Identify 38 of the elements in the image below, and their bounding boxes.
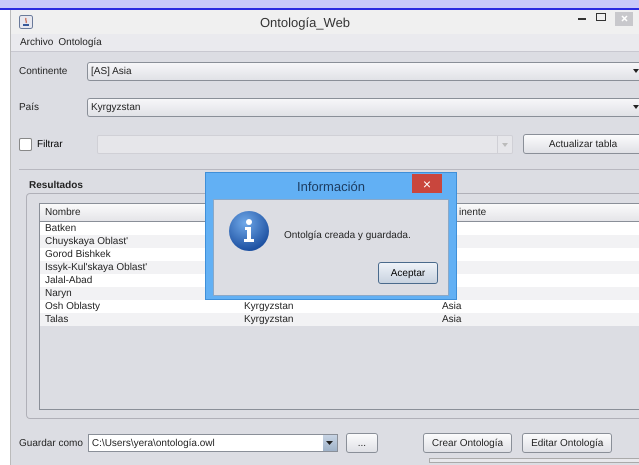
country-dropdown[interactable]: Kyrgyzstan xyxy=(87,98,639,116)
column-header[interactable]: inente xyxy=(459,207,486,218)
field-label: País xyxy=(19,102,40,112)
info-icon xyxy=(228,210,270,252)
table-cell-text: Gorod Bishkek xyxy=(44,248,112,261)
caret-icon xyxy=(326,440,334,446)
table-cell-text: Chuyskaya Oblast' xyxy=(44,235,130,248)
update-table-button[interactable]: Actualizar tabla xyxy=(523,134,639,154)
section-title: Resultados xyxy=(29,180,83,191)
table-cell-text: Asia xyxy=(441,300,462,313)
continent-dropdown[interactable]: [AS] Asia xyxy=(87,62,639,80)
path-dropdown[interactable]: C:\Users\yera\ontología.owl xyxy=(88,434,338,452)
caret-icon xyxy=(633,68,639,74)
edit-ontology-button[interactable]: Editar Ontología xyxy=(522,433,612,453)
table-cell-text: Kyrgyzstan xyxy=(243,300,294,313)
dialog-message: Ontolgía creada y guardada. xyxy=(284,230,411,241)
table-cell-text: Osh Oblasty xyxy=(44,300,102,313)
table-cell-text: Naryn xyxy=(44,287,73,300)
accept-button[interactable]: Aceptar xyxy=(378,262,438,284)
field-label: Continente xyxy=(19,66,68,76)
filter-checkbox[interactable]: Filtrar xyxy=(19,138,97,150)
dialog-title: Información xyxy=(297,178,365,194)
maximize-icon[interactable] xyxy=(595,12,607,22)
field-label: Guardar como xyxy=(19,438,83,448)
close-button[interactable]: × xyxy=(412,174,442,193)
create-ontology-button[interactable]: Crear Ontología xyxy=(422,433,512,453)
table-cell-text: Jalal-Abad xyxy=(44,274,94,287)
table-cell-text: Talas xyxy=(44,313,70,326)
caret-icon xyxy=(633,104,639,110)
menu-item[interactable]: Ontología xyxy=(58,37,102,48)
column-header[interactable]: Nombre xyxy=(45,207,81,218)
table-cell-text: Batken xyxy=(44,222,78,235)
menu-item[interactable]: Archivo xyxy=(20,37,54,48)
table-cell-text: Issyk-Kul'skaya Oblast' xyxy=(44,261,148,274)
window-title: Ontología_Web xyxy=(258,14,352,30)
table-cell-text: Kyrgyzstan xyxy=(243,313,294,326)
table-cell-text: Asia xyxy=(441,313,462,326)
browse-button[interactable]: ... xyxy=(346,433,378,453)
